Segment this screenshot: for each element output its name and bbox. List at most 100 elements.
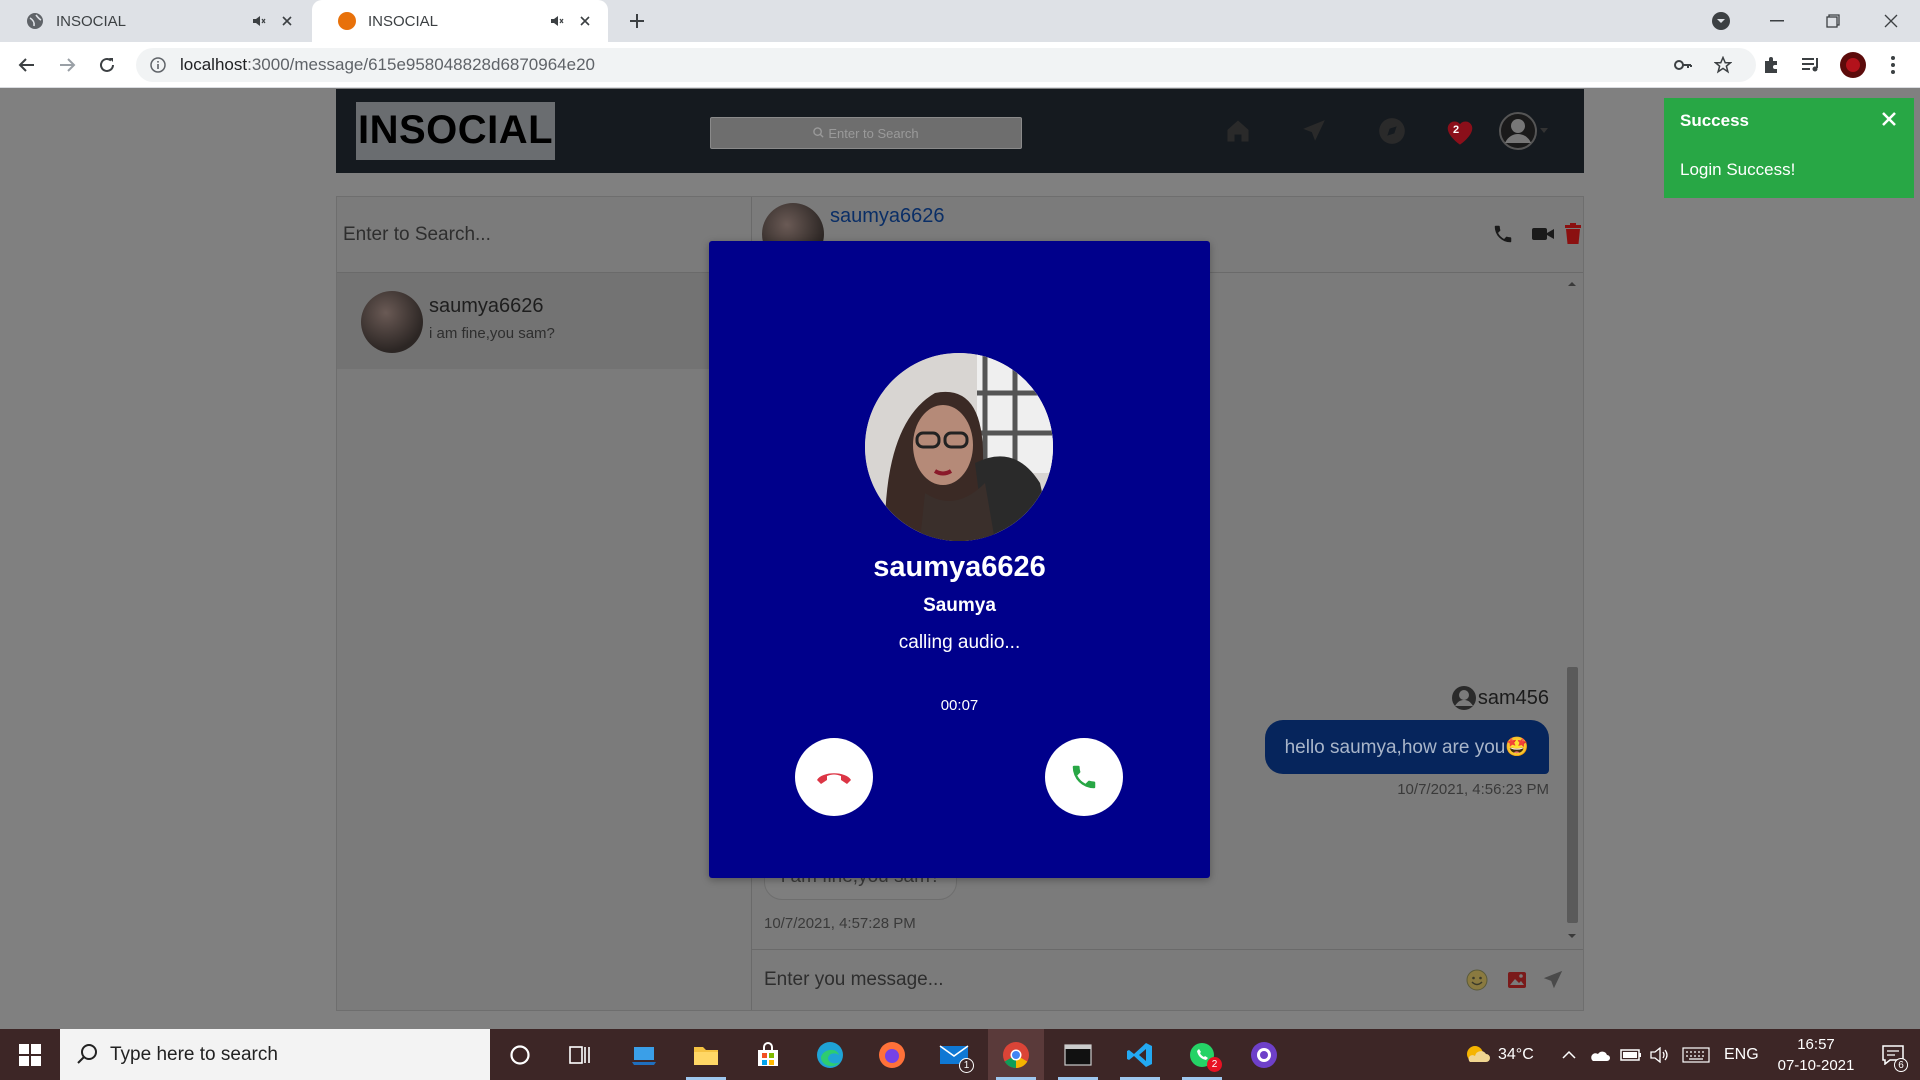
speaker-muted-icon[interactable] [250, 12, 268, 30]
file-explorer-icon[interactable] [678, 1029, 734, 1080]
browser-tab-2-active[interactable]: INSOCIAL [312, 0, 608, 42]
conversation-last-message: i am fine,you sam? [429, 325, 555, 342]
nav-search-input[interactable]: Enter to Search [710, 117, 1022, 149]
media-queue-icon[interactable] [1796, 50, 1826, 80]
home-icon[interactable] [1220, 113, 1256, 149]
new-tab-button[interactable] [624, 8, 650, 34]
caller-fullname: Saumya [923, 595, 996, 616]
clock-date: 07-10-2021 [1777, 1057, 1855, 1074]
incoming-call-modal: saumya6626 Saumya calling audio... 00:07 [709, 241, 1210, 878]
action-center-icon[interactable]: 6 [1866, 1029, 1920, 1080]
message-timestamp: 10/7/2021, 4:57:28 PM [764, 915, 916, 932]
tab-title: INSOCIAL [56, 12, 127, 30]
explore-compass-icon[interactable] [1374, 113, 1410, 149]
tab-search-icon[interactable] [1698, 0, 1744, 42]
call-timer: 00:07 [940, 697, 979, 714]
image-upload-icon[interactable] [1504, 967, 1530, 993]
globe-icon [26, 12, 44, 30]
chrome-icon[interactable] [988, 1029, 1044, 1080]
mail-badge: 1 [959, 1058, 974, 1073]
edge-browser-icon[interactable] [802, 1029, 858, 1080]
audio-call-icon[interactable] [1490, 221, 1516, 247]
whatsapp-icon[interactable]: 2 [1174, 1029, 1230, 1080]
github-icon[interactable] [1236, 1029, 1292, 1080]
close-toast-icon[interactable] [1880, 110, 1898, 128]
browser-tab-1[interactable]: INSOCIAL [0, 0, 310, 42]
success-toast: Success Login Success! [1664, 98, 1914, 198]
key-icon[interactable] [1668, 50, 1698, 80]
keyboard-icon[interactable] [1682, 1029, 1710, 1080]
bookmark-star-icon[interactable] [1708, 50, 1738, 80]
cortana-icon[interactable] [492, 1029, 548, 1080]
volume-icon[interactable] [1650, 1029, 1670, 1080]
windows-taskbar: Type here to search 1 2 34°C ENG 16:57 0… [0, 1029, 1920, 1080]
language-indicator[interactable]: ENG [1724, 1029, 1759, 1080]
toast-title: Success [1680, 111, 1749, 130]
address-bar[interactable]: localhost:3000/message/615e958048828d687… [136, 48, 1756, 82]
accept-call-button[interactable] [1045, 738, 1123, 816]
app-navbar: INSOCIAL Enter to Search 2 [336, 89, 1584, 173]
chat-header-username[interactable]: saumya6626 [830, 205, 945, 228]
caller-username: saumya6626 [873, 551, 1046, 583]
decline-call-button[interactable] [795, 738, 873, 816]
brand-logo[interactable]: INSOCIAL [356, 102, 556, 160]
conversation-item[interactable]: saumya6626 i am fine,you sam? [337, 273, 752, 369]
site-info-icon[interactable] [150, 57, 166, 78]
emoji-icon[interactable] [1464, 967, 1490, 993]
nav-search-placeholder: Enter to Search [828, 125, 919, 141]
scroll-thumb[interactable] [1567, 667, 1578, 923]
restore-icon[interactable] [1810, 0, 1856, 42]
message-sender: sam456 [1451, 685, 1549, 711]
forward-arrow-icon[interactable] [52, 50, 82, 80]
system-clock[interactable]: 16:57 07-10-2021 [1766, 1034, 1866, 1076]
minimize-icon[interactable] [1754, 0, 1800, 42]
mail-icon[interactable]: 1 [926, 1029, 982, 1080]
url-host: localhost [180, 55, 248, 74]
url-path: :3000/message/615e958048828d6870964e20 [247, 55, 595, 74]
user-menu-icon[interactable] [1496, 109, 1550, 153]
message-input[interactable]: Enter you message... [752, 949, 1583, 1010]
close-tab-icon[interactable] [576, 12, 594, 30]
profile-avatar-icon[interactable] [1838, 50, 1868, 80]
onedrive-cloud-icon[interactable] [1588, 1029, 1610, 1080]
firefox-icon[interactable] [864, 1029, 920, 1080]
speaker-muted-icon[interactable] [548, 12, 566, 30]
video-call-icon[interactable] [1530, 221, 1556, 247]
battery-icon[interactable] [1620, 1029, 1642, 1080]
conversation-sidebar: Enter to Search... saumya6626 i am fine,… [337, 197, 752, 1010]
show-hidden-icons-chevron-icon[interactable] [1562, 1029, 1576, 1080]
call-status: calling audio... [898, 632, 1021, 653]
microsoft-store-icon[interactable] [740, 1029, 796, 1080]
scroll-down-icon[interactable] [1564, 931, 1580, 941]
back-arrow-icon[interactable] [12, 50, 42, 80]
temperature-text: 34°C [1498, 1045, 1534, 1063]
browser-menu-icon[interactable] [1878, 50, 1908, 80]
extensions-puzzle-icon[interactable] [1756, 50, 1786, 80]
taskbar-search-input[interactable]: Type here to search [60, 1029, 490, 1080]
terminal-icon[interactable] [1050, 1029, 1106, 1080]
caller-avatar [865, 353, 1053, 541]
vscode-icon[interactable] [1112, 1029, 1168, 1080]
delete-trash-icon[interactable] [1560, 221, 1586, 247]
close-window-icon[interactable] [1868, 0, 1914, 42]
avatar [361, 291, 423, 353]
close-tab-icon[interactable] [278, 12, 296, 30]
chat-scrollbar[interactable] [1564, 279, 1580, 941]
reload-icon[interactable] [92, 50, 122, 80]
messages-send-icon[interactable] [1296, 113, 1332, 149]
send-message-icon[interactable] [1540, 967, 1566, 993]
clock-time: 16:57 [1797, 1036, 1835, 1053]
scroll-up-icon[interactable] [1564, 279, 1580, 289]
windows-start-icon[interactable] [0, 1029, 60, 1080]
sun-cloud-icon [1467, 1045, 1490, 1062]
weather-widget[interactable]: 34°C [1464, 1029, 1534, 1080]
computer-app-icon[interactable] [616, 1029, 672, 1080]
conversation-username: saumya6626 [429, 295, 544, 317]
notifications-heart-icon[interactable]: 2 [1442, 113, 1478, 149]
conversation-search-input[interactable]: Enter to Search... [337, 197, 752, 273]
hangup-phone-icon [817, 773, 851, 784]
toast-message: Login Success! [1680, 160, 1796, 179]
insocial-favicon-icon [338, 12, 356, 30]
whatsapp-badge: 2 [1207, 1057, 1222, 1072]
task-view-icon[interactable] [552, 1029, 608, 1080]
